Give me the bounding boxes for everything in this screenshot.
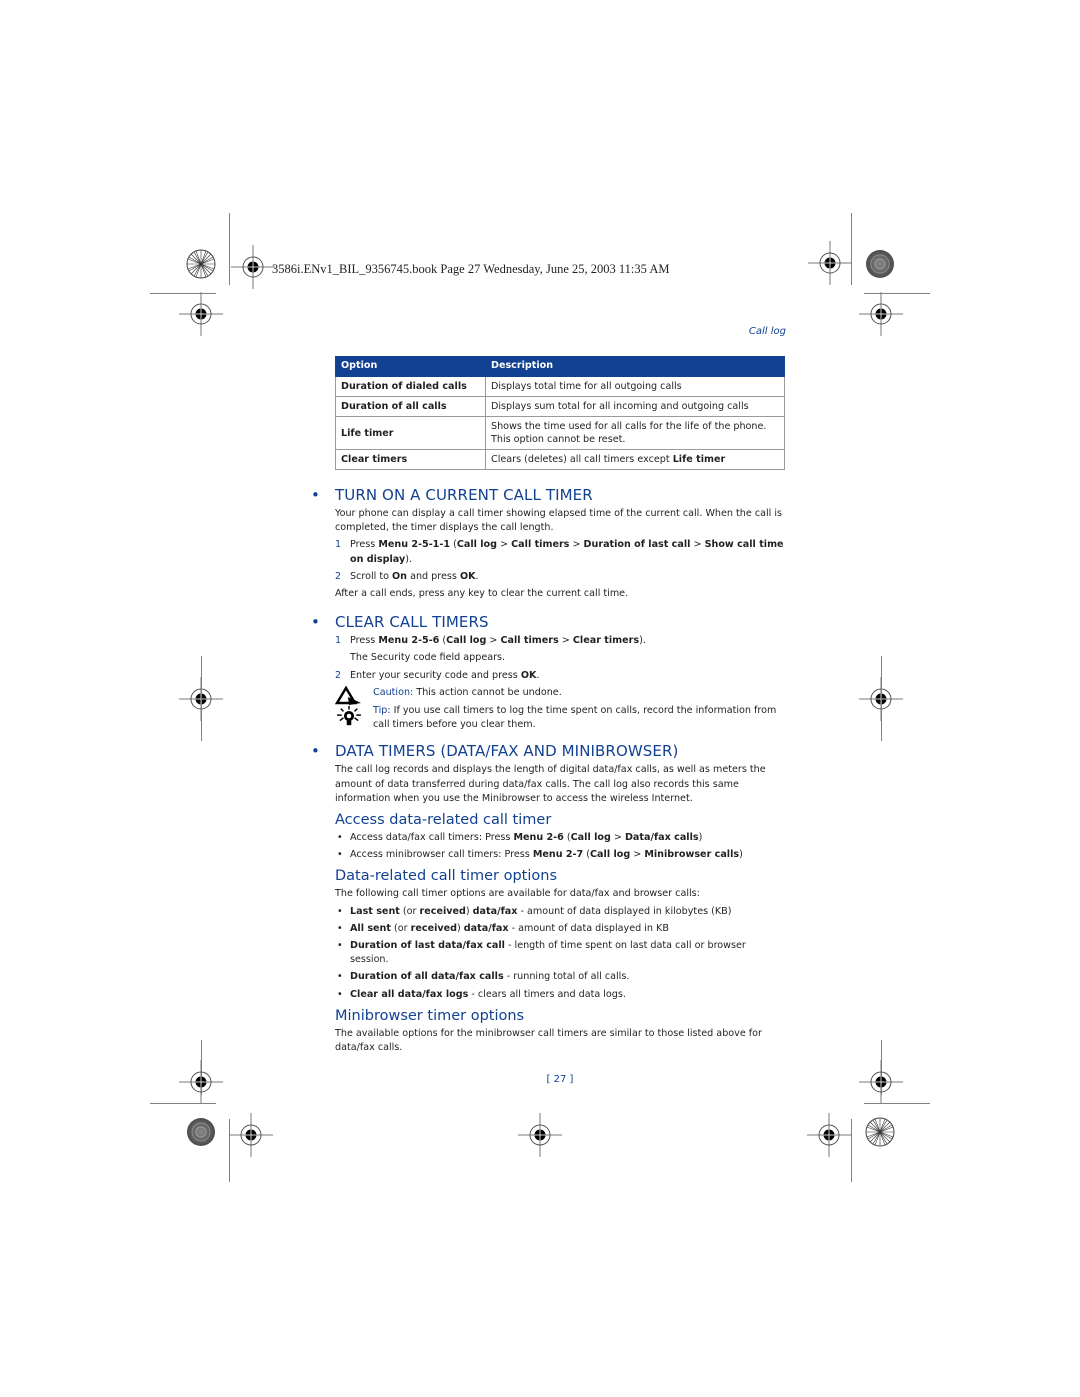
subheading-access-data-timer: Access data-related call timer: [335, 812, 552, 829]
registration-mark-icon: [228, 1112, 274, 1158]
description-cell: Shows the time used for all calls for th…: [485, 416, 785, 450]
crop-line: [881, 656, 882, 741]
table-row: Clear timers Clears (deletes) all call t…: [335, 449, 785, 470]
description-cell: Clears (deletes) all call timers except …: [485, 449, 785, 470]
table-header-row: Option Description: [335, 356, 785, 377]
step-subtext: The Security code field appears.: [350, 652, 506, 664]
column-header-option: Option: [335, 356, 486, 377]
paragraph: The following call timer options are ava…: [335, 888, 700, 900]
registration-mark-icon: [517, 1112, 563, 1158]
registration-mark-icon: [230, 244, 276, 290]
option-cell: Duration of dialed calls: [335, 376, 486, 397]
list-item: Duration of last data/fax call - length …: [335, 939, 785, 967]
registration-mark-icon: [178, 291, 224, 337]
step-item: 1 Press Menu 2-5-1-1 (Call log > Call ti…: [335, 539, 784, 565]
step-number: 1: [335, 539, 342, 551]
paragraph: The call log records and displays the le…: [335, 764, 766, 804]
crop-line: [150, 1103, 216, 1104]
crop-line: [201, 656, 202, 741]
crop-line: [864, 1103, 930, 1104]
step-item: 2 Scroll to On and press OK.: [335, 570, 785, 584]
paragraph: After a call ends, press any key to clea…: [335, 588, 629, 600]
list-item: Access data/fax call timers: Press Menu …: [335, 831, 785, 845]
list-item: Last sent (or received) data/fax - amoun…: [335, 905, 785, 919]
column-header-description: Description: [485, 356, 785, 377]
caution-icon: [335, 685, 361, 705]
registration-mark-icon: [858, 291, 904, 337]
bullet-icon: •: [311, 742, 320, 761]
caution-note: Caution: This action cannot be undone.: [335, 685, 785, 705]
options-list: Last sent (or received) data/fax - amoun…: [335, 905, 785, 1002]
step-number: 1: [335, 635, 342, 647]
table-row: Life timer Shows the time used for all c…: [335, 416, 785, 450]
section-heading-clear-timers: • CLEAR CALL TIMERS: [311, 613, 489, 632]
option-cell: Life timer: [335, 416, 486, 450]
section-heading-data-timers: • DATA TIMERS (DATA/FAX AND MINIBROWSER): [311, 742, 679, 761]
paragraph: Your phone can display a call timer show…: [335, 508, 783, 534]
registration-mark-icon: [178, 1059, 224, 1105]
registration-mark-icon: [807, 240, 853, 286]
gray-target-icon: [866, 250, 894, 278]
step-number: 2: [335, 570, 342, 582]
registration-mark-icon: [806, 1112, 852, 1158]
subheading-data-timer-options: Data-related call timer options: [335, 868, 558, 885]
options-table: Option Description Duration of dialed ca…: [335, 356, 785, 470]
registration-mark-icon: [858, 1059, 904, 1105]
print-header: 3586i.ENv1_BIL_9356745.book Page 27 Wedn…: [272, 262, 670, 276]
step-item: 1 Press Menu 2-5-6 (Call log > Call time…: [335, 634, 785, 665]
gray-target-icon: [187, 1118, 215, 1146]
list-item: Access minibrowser call timers: Press Me…: [335, 848, 785, 862]
page-number: [ 27 ]: [546, 1074, 574, 1086]
access-list: Access data/fax call timers: Press Menu …: [335, 831, 785, 863]
list-item: Duration of all data/fax calls - running…: [335, 970, 785, 984]
tip-lightbulb-icon: [337, 705, 361, 726]
page-content: Option Description Duration of dialed ca…: [311, 356, 785, 1087]
list-item: All sent (or received) data/fax - amount…: [335, 922, 785, 936]
description-cell: Displays sum total for all incoming and …: [485, 396, 785, 417]
tip-note: Tip: If you use call timers to log the t…: [335, 704, 785, 732]
table-row: Duration of dialed calls Displays total …: [335, 376, 785, 397]
table-row: Duration of all calls Displays sum total…: [335, 396, 785, 417]
step-item: 2 Enter your security code and press OK.: [335, 669, 785, 683]
starburst-target-icon: [186, 249, 216, 279]
bullet-icon: •: [311, 613, 320, 632]
running-head: Call log: [748, 326, 786, 337]
step-number: 2: [335, 669, 342, 681]
description-cell: Displays total time for all outgoing cal…: [485, 376, 785, 397]
starburst-target-icon: [865, 1117, 895, 1147]
section-heading-turn-on-timer: • TURN ON A CURRENT CALL TIMER: [311, 486, 593, 504]
option-cell: Clear timers: [335, 449, 486, 470]
paragraph: The available options for the minibrowse…: [335, 1027, 762, 1054]
option-cell: Duration of all calls: [335, 396, 486, 417]
bullet-icon: •: [311, 486, 320, 504]
subheading-minibrowser-options: Minibrowser timer options: [335, 1007, 525, 1024]
list-item: Clear all data/fax logs - clears all tim…: [335, 988, 785, 1002]
